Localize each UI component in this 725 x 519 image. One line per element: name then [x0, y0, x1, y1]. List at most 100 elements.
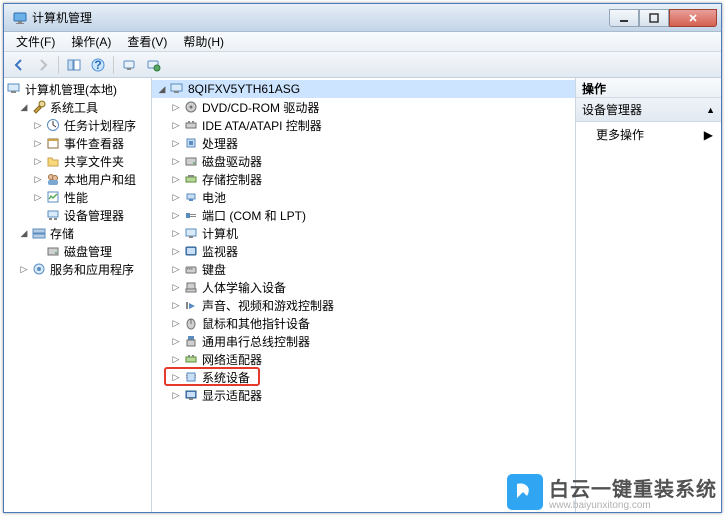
- expand-icon[interactable]: ▷: [32, 119, 44, 131]
- device-category-icon: [183, 99, 199, 115]
- device-category[interactable]: ▷系统设备: [152, 368, 575, 386]
- expand-icon[interactable]: ▷: [170, 137, 182, 149]
- expand-icon[interactable]: ▷: [170, 173, 182, 185]
- device-category-icon: [183, 117, 199, 133]
- chevron-right-icon: ▶: [704, 128, 713, 142]
- more-actions-item[interactable]: 更多操作 ▶: [576, 122, 721, 147]
- expand-icon[interactable]: ▷: [170, 317, 182, 329]
- tools-icon: [31, 99, 47, 115]
- device-category[interactable]: ▷键盘: [152, 260, 575, 278]
- tree-group-system-tools[interactable]: ◢ 系统工具: [4, 98, 151, 116]
- back-button[interactable]: [8, 54, 30, 76]
- minimize-button[interactable]: [609, 9, 639, 27]
- tree-item-disk-management[interactable]: ▷磁盘管理: [4, 242, 151, 260]
- expand-icon[interactable]: ▷: [170, 101, 182, 113]
- menu-help[interactable]: 帮助(H): [175, 31, 232, 52]
- expand-icon[interactable]: ▷: [32, 137, 44, 149]
- device-category[interactable]: ▷通用串行总线控制器: [152, 332, 575, 350]
- expand-icon[interactable]: ▷: [32, 173, 44, 185]
- properties-button[interactable]: [142, 54, 164, 76]
- device-root[interactable]: ◢8QIFXV5YTH61ASG: [152, 80, 575, 98]
- tree-item-device-manager[interactable]: ▷设备管理器: [4, 206, 151, 224]
- actions-pane: 操作 设备管理器 ▲ 更多操作 ▶: [576, 78, 721, 512]
- expand-icon[interactable]: ▷: [170, 335, 182, 347]
- device-category-icon: [183, 333, 199, 349]
- device-category-icon: [183, 189, 199, 205]
- expand-icon[interactable]: ▷: [170, 119, 182, 131]
- actions-header: 操作: [576, 78, 721, 98]
- device-category[interactable]: ▷人体学输入设备: [152, 278, 575, 296]
- device-category[interactable]: ▷网络适配器: [152, 350, 575, 368]
- device-category[interactable]: ▷端口 (COM 和 LPT): [152, 206, 575, 224]
- app-icon: [12, 10, 28, 26]
- close-button[interactable]: [669, 9, 717, 27]
- device-category-icon: [183, 207, 199, 223]
- device-category-icon: [183, 387, 199, 403]
- actions-section-title[interactable]: 设备管理器 ▲: [576, 98, 721, 122]
- expand-icon[interactable]: ▷: [170, 209, 182, 221]
- main-window: 计算机管理 文件(F) 操作(A) 查看(V) 帮助(H) ? 计算机管理(本地…: [3, 3, 722, 513]
- device-category-icon: [183, 297, 199, 313]
- tree-item-performance[interactable]: ▷性能: [4, 188, 151, 206]
- console-tree-pane[interactable]: 计算机管理(本地) ◢ 系统工具 ▷任务计划程序 ▷事件查看器 ▷共享文件夹 ▷…: [4, 78, 152, 512]
- disk-icon: [45, 243, 61, 259]
- tree-item-shared-folders[interactable]: ▷共享文件夹: [4, 152, 151, 170]
- window-controls: [609, 9, 717, 27]
- forward-button[interactable]: [32, 54, 54, 76]
- tree-item-event-viewer[interactable]: ▷事件查看器: [4, 134, 151, 152]
- computer-icon: [169, 81, 185, 97]
- menu-file[interactable]: 文件(F): [8, 31, 63, 52]
- device-category[interactable]: ▷计算机: [152, 224, 575, 242]
- maximize-button[interactable]: [639, 9, 669, 27]
- expand-icon[interactable]: ▷: [170, 353, 182, 365]
- expand-icon[interactable]: ▷: [18, 263, 30, 275]
- expand-icon[interactable]: ▷: [170, 191, 182, 203]
- expand-icon[interactable]: ▷: [32, 155, 44, 167]
- collapse-icon[interactable]: ◢: [18, 227, 30, 239]
- svg-text:?: ?: [94, 58, 101, 72]
- show-hide-tree-button[interactable]: [63, 54, 85, 76]
- device-category-icon: [183, 225, 199, 241]
- collapse-icon[interactable]: ◢: [156, 83, 168, 95]
- device-category[interactable]: ▷IDE ATA/ATAPI 控制器: [152, 116, 575, 134]
- device-category[interactable]: ▷DVD/CD-ROM 驱动器: [152, 98, 575, 116]
- device-category[interactable]: ▷显示适配器: [152, 386, 575, 404]
- tree-group-storage[interactable]: ◢ 存储: [4, 224, 151, 242]
- menu-action[interactable]: 操作(A): [63, 31, 119, 52]
- expand-icon[interactable]: ▷: [170, 263, 182, 275]
- device-category-icon: [183, 243, 199, 259]
- menu-view[interactable]: 查看(V): [119, 31, 175, 52]
- expand-icon[interactable]: ▷: [170, 227, 182, 239]
- menubar: 文件(F) 操作(A) 查看(V) 帮助(H): [4, 32, 721, 52]
- device-category[interactable]: ▷监视器: [152, 242, 575, 260]
- expand-icon[interactable]: ▷: [32, 191, 44, 203]
- device-category[interactable]: ▷磁盘驱动器: [152, 152, 575, 170]
- refresh-button[interactable]: [118, 54, 140, 76]
- device-category[interactable]: ▷存储控制器: [152, 170, 575, 188]
- computer-icon: [6, 81, 22, 97]
- help-button[interactable]: ?: [87, 54, 109, 76]
- expand-icon[interactable]: ▷: [170, 389, 182, 401]
- expand-icon[interactable]: ▷: [170, 245, 182, 257]
- tree-root[interactable]: 计算机管理(本地): [4, 80, 151, 98]
- device-category[interactable]: ▷声音、视频和游戏控制器: [152, 296, 575, 314]
- expand-icon[interactable]: ▷: [170, 281, 182, 293]
- device-category-icon: [183, 369, 199, 385]
- titlebar: 计算机管理: [4, 4, 721, 32]
- services-icon: [31, 261, 47, 277]
- tree-item-local-users[interactable]: ▷本地用户和组: [4, 170, 151, 188]
- device-tree-pane[interactable]: ◢8QIFXV5YTH61ASG▷DVD/CD-ROM 驱动器▷IDE ATA/…: [152, 78, 576, 512]
- content-area: 计算机管理(本地) ◢ 系统工具 ▷任务计划程序 ▷事件查看器 ▷共享文件夹 ▷…: [4, 78, 721, 512]
- tree-group-services[interactable]: ▷ 服务和应用程序: [4, 260, 151, 278]
- device-category[interactable]: ▷处理器: [152, 134, 575, 152]
- expand-icon[interactable]: ▷: [170, 371, 182, 383]
- collapse-icon[interactable]: ◢: [18, 101, 30, 113]
- device-category[interactable]: ▷鼠标和其他指针设备: [152, 314, 575, 332]
- tree-item-task-scheduler[interactable]: ▷任务计划程序: [4, 116, 151, 134]
- expand-icon[interactable]: ▷: [170, 155, 182, 167]
- device-category-icon: [183, 171, 199, 187]
- expand-icon[interactable]: ▷: [170, 299, 182, 311]
- device-category-icon: [183, 261, 199, 277]
- device-category[interactable]: ▷电池: [152, 188, 575, 206]
- device-category-icon: [183, 315, 199, 331]
